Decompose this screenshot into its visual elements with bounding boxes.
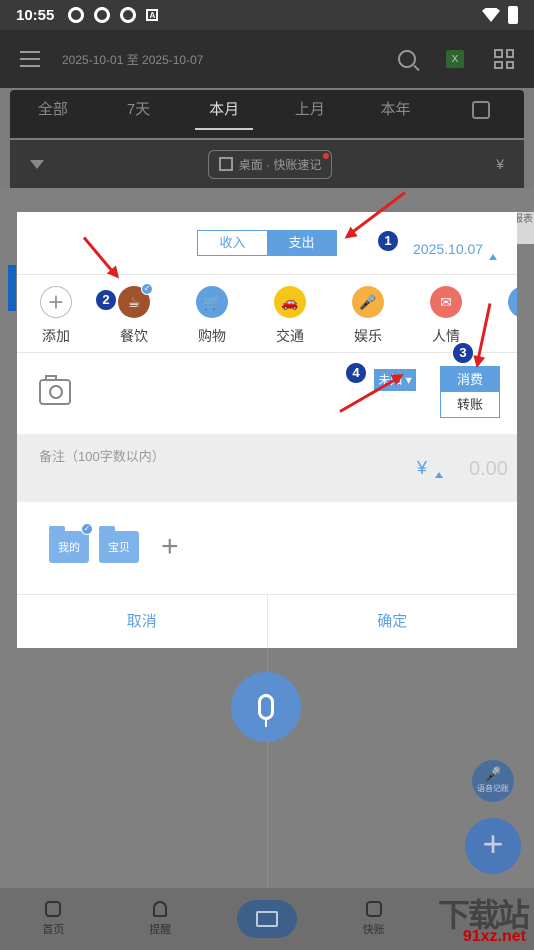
tab-all[interactable]: 全部 xyxy=(10,90,96,138)
date-range[interactable]: 2025-10-01 至 2025-10-07 xyxy=(62,51,203,68)
tab-calendar[interactable] xyxy=(438,90,524,138)
consume-option[interactable]: 消费 xyxy=(441,367,499,392)
microphone-icon xyxy=(258,694,274,727)
microphone-icon: 🎤 xyxy=(352,286,384,318)
category-gifts[interactable]: ✉ 人情 xyxy=(407,284,485,354)
notification-dot xyxy=(323,152,330,159)
nav-quick[interactable]: 快账 xyxy=(320,901,427,937)
cart-icon: 🛒 xyxy=(196,286,228,318)
category-label: 购物 xyxy=(198,328,226,344)
divider xyxy=(17,352,517,353)
category-label: 添加 xyxy=(42,328,70,344)
app-notification-icon xyxy=(120,7,137,23)
category-entertainment[interactable]: 🎤 娱乐 xyxy=(329,284,407,354)
status-bar: 10:55 A xyxy=(0,0,534,30)
income-expense-toggle: 收入 支出 xyxy=(197,230,337,256)
excel-export-icon[interactable]: X xyxy=(446,50,464,68)
app-notification-icon xyxy=(68,7,85,23)
envelope-icon: ✉ xyxy=(430,286,462,318)
book-icon xyxy=(365,901,382,917)
watermark-site: 91xz.net xyxy=(462,928,526,945)
tab-this-year[interactable]: 本年 xyxy=(353,90,439,138)
calendar-icon xyxy=(472,101,491,120)
coffee-icon: ☕ ✓ xyxy=(118,284,153,318)
date-picker[interactable]: 2025.10.07 xyxy=(413,241,497,260)
menu-icon[interactable] xyxy=(20,51,40,67)
tab-this-month[interactable]: 本月 xyxy=(181,90,267,138)
folder-mine[interactable]: 我的 ✓ xyxy=(49,523,93,563)
tab-7days[interactable]: 7天 xyxy=(96,90,182,138)
quick-note-label: 桌面 · 快账速记 xyxy=(238,157,322,172)
nav-reminder[interactable]: 提醒 xyxy=(107,901,214,937)
status-icons: A xyxy=(68,7,159,23)
camera-icon[interactable] xyxy=(39,375,71,405)
amount-input[interactable]: 0.00 xyxy=(469,458,508,481)
divider xyxy=(17,274,517,275)
transaction-type-select: 消费 转账 xyxy=(440,366,500,418)
add-record-fab[interactable]: + xyxy=(465,818,521,874)
filter-icon[interactable] xyxy=(30,159,44,169)
top-app-bar: 2025-10-01 至 2025-10-07 X xyxy=(0,30,534,88)
nav-label: 首页 xyxy=(42,924,65,936)
home-icon xyxy=(45,901,62,917)
transfer-option[interactable]: 转账 xyxy=(441,392,499,417)
category-label: 餐饮 xyxy=(120,328,148,344)
tab-last-month[interactable]: 上月 xyxy=(267,90,353,138)
inbox-icon xyxy=(255,911,278,927)
annotation-badge: 1 xyxy=(377,230,399,252)
background-card-edge xyxy=(8,265,16,311)
category-list: + 添加 ☕✓ 餐饮 🛒 购物 🚗 交通 🎤 娱乐 ✉ 人情 💧 水 xyxy=(17,284,517,354)
search-icon[interactable] xyxy=(398,50,416,68)
quick-note-button[interactable]: 桌面 · 快账速记 xyxy=(207,149,333,179)
category-transport[interactable]: 🚗 交通 xyxy=(251,284,329,354)
wifi-icon xyxy=(482,8,500,22)
category-label: 娱乐 xyxy=(354,328,382,344)
selected-check-icon: ✓ xyxy=(81,523,93,535)
income-option[interactable]: 收入 xyxy=(198,231,267,255)
bell-icon xyxy=(153,901,168,917)
category-label: 交通 xyxy=(276,328,304,344)
dialog-actions: 取消 确定 xyxy=(17,594,517,648)
expense-option[interactable]: 支出 xyxy=(267,231,336,255)
voice-record-fab[interactable]: 🎤 语音记账 xyxy=(472,760,514,802)
category-water[interactable]: 💧 水 xyxy=(485,284,517,354)
apps-grid-icon[interactable] xyxy=(494,49,514,69)
battery-icon xyxy=(508,6,518,24)
note-input[interactable]: 备注（100字数以内） xyxy=(39,446,165,465)
nav-center[interactable] xyxy=(214,900,321,938)
voice-input-button[interactable] xyxy=(231,672,301,742)
period-tabs: 全部 7天 本月 上月 本年 xyxy=(10,90,524,138)
filter-bar: 桌面 · 快账速记 ¥ xyxy=(10,140,524,188)
nav-label: 提醒 xyxy=(149,924,172,936)
panel-icon xyxy=(218,157,233,171)
annotation-badge: 3 xyxy=(452,342,474,364)
cancel-button[interactable]: 取消 xyxy=(17,595,268,648)
app-notification-icon xyxy=(94,7,111,23)
annotation-badge: 4 xyxy=(345,362,367,384)
annotation-badge: 2 xyxy=(95,289,117,311)
note-amount-bar: 备注（100字数以内） ¥ 0.00 xyxy=(17,434,517,502)
currency-filter[interactable]: ¥ xyxy=(496,156,504,172)
a-notification-icon: A xyxy=(146,9,159,21)
currency-select[interactable]: ¥ xyxy=(417,458,443,479)
folder-baby[interactable]: 宝贝 xyxy=(99,526,139,563)
category-add[interactable]: + 添加 xyxy=(17,284,95,354)
add-folder-icon[interactable]: + xyxy=(161,530,179,564)
add-icon: + xyxy=(40,286,72,318)
selected-check-icon: ✓ xyxy=(141,284,153,295)
confirm-button[interactable]: 确定 xyxy=(268,595,518,648)
nav-home[interactable]: 首页 xyxy=(0,901,107,937)
folder-list: 我的 ✓ 宝贝 + xyxy=(49,523,179,564)
car-icon: 🚗 xyxy=(274,286,306,318)
status-time: 10:55 xyxy=(16,6,55,24)
water-icon: 💧 xyxy=(508,286,517,318)
nav-label: 快账 xyxy=(362,924,385,936)
quick-entry-dialog: 收入 支出 2025.10.07 + 添加 ☕ ✓ 餐饮 🛒 购物 🚗 交通 🎤 … xyxy=(17,212,517,648)
category-shopping[interactable]: 🛒 购物 xyxy=(173,284,251,354)
